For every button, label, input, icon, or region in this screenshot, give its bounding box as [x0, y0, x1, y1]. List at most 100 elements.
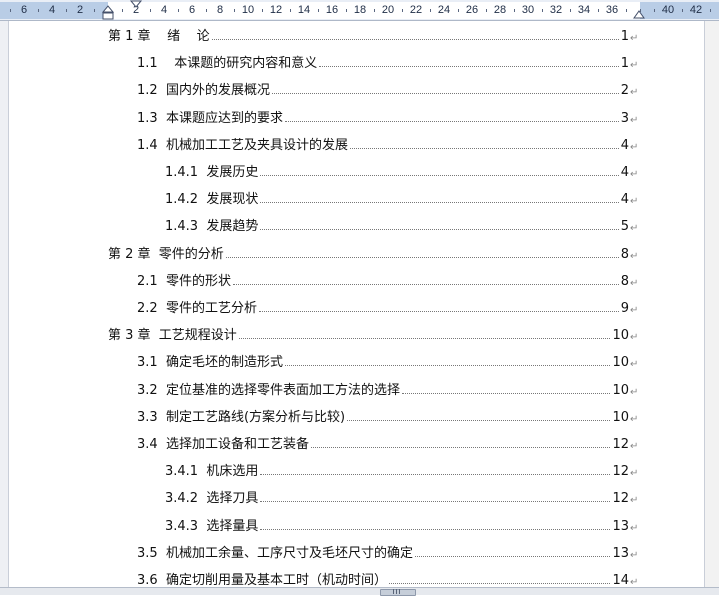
- toc-page-number: 4: [620, 137, 629, 153]
- toc-entry[interactable]: 1.4.1 发展历史 4 ↵: [165, 160, 638, 180]
- ruler-tick: [430, 9, 431, 12]
- toc-leader-dots: [347, 419, 611, 421]
- first-line-indent-icon[interactable]: [129, 0, 143, 10]
- toc-entry[interactable]: 3.1 确定毛坯的制造形式 10 ↵: [137, 350, 638, 370]
- toc-page-number: 10: [612, 328, 629, 344]
- toc-leader-dots: [211, 38, 619, 40]
- ruler-tick: [710, 9, 711, 12]
- toc-entry-title: 3.3 制定工艺路线(方案分析与比较): [137, 409, 346, 425]
- scroll-grip-icon: [393, 589, 401, 594]
- toc-page-number: 9: [620, 301, 629, 316]
- ruler-number: 12: [269, 4, 283, 16]
- toc-leader-dots: [310, 446, 611, 448]
- toc-page-number: 1: [620, 29, 629, 44]
- toc-entry-title: 3.4 选择加工设备和工艺装备: [137, 437, 309, 452]
- toc-entry-title: 1.4.3 发展趋势: [165, 219, 259, 235]
- ruler-number: 18: [353, 4, 367, 16]
- toc-entry-title: 第 3 章 工艺规程设计: [108, 328, 237, 344]
- ruler-number: 6: [188, 4, 196, 16]
- toc-page-number: 4: [620, 165, 629, 180]
- right-indent-icon[interactable]: [632, 8, 646, 20]
- toc-entry[interactable]: 第 1 章 绪 论 1 ↵: [108, 24, 638, 44]
- toc-entry[interactable]: 1.4 机械加工工艺及夹具设计的发展 4 ↵: [137, 133, 638, 153]
- ruler-tick: [206, 9, 207, 12]
- ruler-tick: [234, 9, 235, 12]
- toc-entry[interactable]: 第 3 章 工艺规程设计 10 ↵: [108, 323, 638, 343]
- toc-entry[interactable]: 3.4 选择加工设备和工艺装备 12 ↵: [137, 432, 638, 452]
- ruler-tick: [458, 9, 459, 12]
- ruler-tick: [262, 9, 263, 12]
- ruler-number: 6: [20, 4, 28, 16]
- paragraph-mark-icon: ↵: [630, 141, 639, 153]
- ruler-number: 40: [661, 4, 675, 16]
- paragraph-mark-icon: ↵: [630, 468, 639, 480]
- toc-leader-dots: [401, 392, 611, 394]
- paragraph-mark-icon: ↵: [630, 522, 639, 534]
- toc-page-number: 4: [620, 192, 629, 208]
- toc-leader-dots: [414, 555, 611, 557]
- ruler-tick: [682, 9, 683, 12]
- toc-entry[interactable]: 3.5 机械加工余量、工序尺寸及毛坯尺寸的确定 13 ↵: [137, 541, 638, 561]
- ruler-number: 10: [241, 4, 255, 16]
- horizontal-ruler[interactable]: 6 4 2 2 4 6 8 10 12 14 16 18 20 22 24 26 28 30 32 34 36 40 42: [0, 0, 719, 21]
- ruler-number: 2: [76, 4, 84, 16]
- toc-entry[interactable]: 1.2 国内外的发展概况 2 ↵: [137, 78, 638, 98]
- ruler-number: 22: [409, 4, 423, 16]
- toc-entry[interactable]: 1.4.3 发展趋势 5 ↵: [165, 214, 638, 234]
- toc-leader-dots: [232, 283, 619, 285]
- toc-entry-title: 1.2 国内外的发展概况: [137, 83, 270, 99]
- toc-page-number: 13: [612, 545, 629, 561]
- toc-page-number: 1: [620, 56, 629, 72]
- indent-marker-icon[interactable]: [101, 0, 115, 21]
- toc-page-number: 14: [612, 573, 629, 587]
- paragraph-mark-icon: ↵: [630, 277, 639, 289]
- ruler-number: 42: [689, 4, 703, 16]
- toc-entry-title: 3.5 机械加工余量、工序尺寸及毛坯尺寸的确定: [137, 545, 413, 561]
- paragraph-mark-icon: ↵: [630, 549, 639, 561]
- toc-leader-dots: [260, 201, 619, 204]
- ruler-number: 14: [297, 4, 311, 16]
- toc-entry[interactable]: 1.4.2 发展现状 4 ↵: [165, 187, 638, 207]
- toc-page-number: 3: [620, 110, 629, 126]
- toc-page-number: 5: [620, 219, 629, 235]
- vertical-scrollbar-area[interactable]: [704, 21, 719, 587]
- ruler-number: 26: [465, 4, 479, 16]
- ruler-number: 32: [549, 4, 563, 16]
- toc-entry[interactable]: 第 2 章 零件的分析 8 ↵: [108, 242, 638, 262]
- toc-entry-title: 第 1 章 绪 论: [108, 29, 210, 44]
- toc-entry[interactable]: 2.1 零件的形状 8 ↵: [137, 269, 638, 289]
- ruler-number: 16: [325, 4, 339, 16]
- paragraph-mark-icon: ↵: [630, 169, 639, 180]
- toc-entry-title: 3.4.1 机床选用: [165, 464, 259, 480]
- toc-entry[interactable]: 3.4.3 选择量具 13 ↵: [165, 514, 638, 534]
- toc-leader-dots: [238, 337, 611, 340]
- ruler-tick: [10, 9, 11, 12]
- toc-page-number: 10: [612, 355, 629, 371]
- paragraph-mark-icon: ↵: [630, 87, 639, 99]
- ruler-tick: [318, 9, 319, 12]
- toc-entry[interactable]: 3.3 制定工艺路线(方案分析与比较) 10 ↵: [137, 405, 638, 425]
- paragraph-mark-icon: ↵: [630, 60, 639, 72]
- toc-entry-title: 1.4.2 发展现状: [165, 192, 259, 208]
- ruler-tick: [122, 9, 123, 12]
- toc-entry[interactable]: 3.6 确定切削用量及基本工时（机动时间） 14 ↵: [137, 568, 638, 587]
- toc-entry-title: 1.4 机械加工工艺及夹具设计的发展: [137, 137, 348, 153]
- paragraph-mark-icon: ↵: [630, 196, 639, 208]
- toc-leader-dots: [260, 228, 619, 231]
- toc-entry-title: 1.3 本课题应达到的要求: [137, 110, 283, 126]
- toc-entry[interactable]: 1.1 本课题的研究内容和意义 1 ↵: [137, 51, 638, 71]
- ruler-tick: [374, 9, 375, 12]
- toc-entry[interactable]: 3.4.1 机床选用 12 ↵: [165, 459, 638, 479]
- toc-entry[interactable]: 3.2 定位基准的选择零件表面加工方法的选择 10 ↵: [137, 378, 638, 398]
- ruler-number: 20: [381, 4, 395, 16]
- toc-leader-dots: [225, 256, 619, 258]
- toc-page-number: 13: [612, 518, 629, 534]
- toc-entry[interactable]: 1.3 本课题应达到的要求 3 ↵: [137, 106, 638, 126]
- toc-leader-dots: [260, 473, 611, 476]
- toc-entry[interactable]: 3.4.2 选择刀具 12 ↵: [165, 486, 638, 506]
- toc-leader-dots: [319, 65, 619, 68]
- toc-entry-title: 1.4.1 发展历史: [165, 165, 259, 180]
- toc-page-number: 12: [612, 464, 629, 480]
- toc-entry[interactable]: 2.2 零件的工艺分析 9 ↵: [137, 296, 638, 316]
- ruler-tick: [598, 9, 599, 12]
